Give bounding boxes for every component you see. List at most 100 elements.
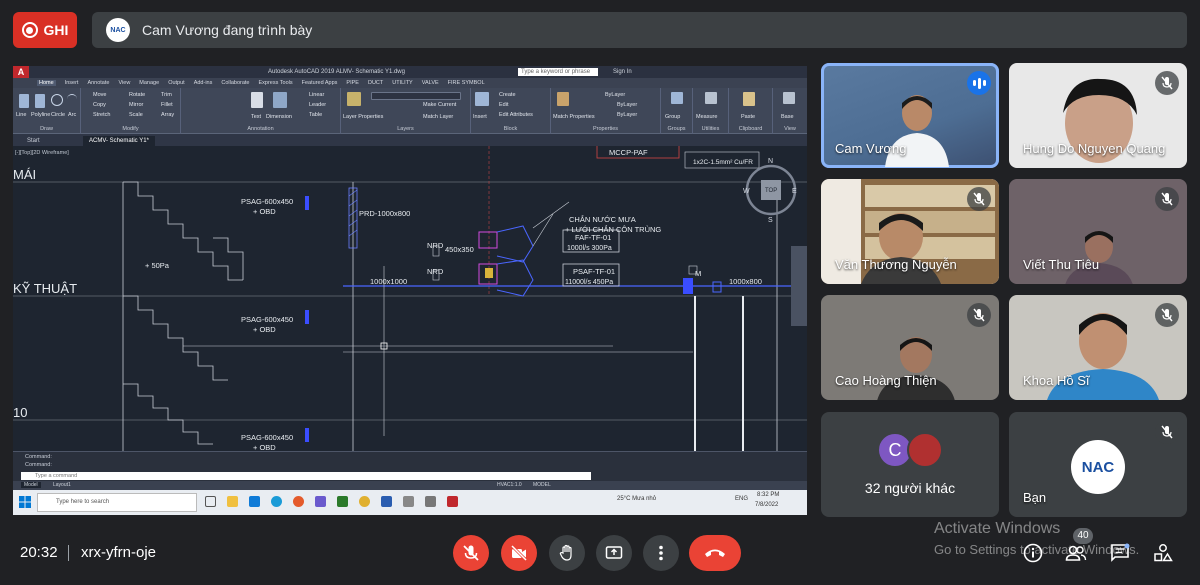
ribbon-item-edit-attributes[interactable]: Edit Attributes bbox=[499, 112, 533, 118]
ribbon-tab[interactable]: Home bbox=[37, 80, 56, 86]
participant-tile[interactable]: Hung Do Nguyen Quang bbox=[1009, 63, 1187, 168]
self-tile[interactable]: NAC Bạn bbox=[1009, 412, 1187, 517]
ribbon-item-measure[interactable]: Measure bbox=[696, 114, 717, 120]
autocad-search-input[interactable]: Type a keyword or phrase bbox=[518, 68, 598, 76]
edge-icon[interactable] bbox=[271, 496, 282, 507]
ribbon-tab[interactable]: UTILITY bbox=[392, 80, 412, 86]
mic-toggle-button[interactable] bbox=[453, 535, 489, 571]
app-icon[interactable] bbox=[425, 496, 436, 507]
ribbon-item-base[interactable]: Base bbox=[781, 114, 794, 120]
chat-button[interactable] bbox=[1108, 541, 1132, 565]
ribbon-item-move[interactable]: Move bbox=[93, 92, 106, 98]
more-options-button[interactable] bbox=[643, 535, 679, 571]
ribbon-item-circle[interactable]: Circle bbox=[51, 112, 65, 118]
record-button[interactable]: GHI bbox=[13, 12, 77, 48]
ribbon-tab[interactable]: PIPE bbox=[346, 80, 359, 86]
participant-tile[interactable]: Khoa Hồ Sĩ bbox=[1009, 295, 1187, 400]
tray-time[interactable]: 8:32 PM bbox=[757, 492, 779, 498]
ribbon-item-make-current[interactable]: Make Current bbox=[423, 102, 456, 108]
raise-hand-button[interactable] bbox=[549, 535, 585, 571]
ribbon-tab[interactable]: Featured Apps bbox=[302, 80, 338, 86]
status-model-toggle[interactable]: MODEL bbox=[533, 482, 551, 488]
participant-tile[interactable]: Viết Thu Tiêu bbox=[1009, 179, 1187, 284]
ribbon-item-trim[interactable]: Trim bbox=[161, 92, 172, 98]
ribbon-tab[interactable]: Annotate bbox=[87, 80, 109, 86]
linetype-dropdown[interactable]: ByLayer bbox=[617, 112, 637, 118]
ribbon-tab[interactable]: Manage bbox=[139, 80, 159, 86]
word-icon[interactable] bbox=[381, 496, 392, 507]
ribbon-item-arc[interactable]: Arc bbox=[68, 112, 76, 118]
app-icon[interactable] bbox=[403, 496, 414, 507]
participant-tile[interactable]: Cao Hoàng Thiện bbox=[821, 295, 999, 400]
color-dropdown[interactable]: ByLayer bbox=[605, 92, 625, 98]
ribbon-item-table[interactable]: Table bbox=[309, 112, 322, 118]
tray-language[interactable]: ENG bbox=[735, 496, 748, 502]
ribbon-item-scale[interactable]: Scale bbox=[129, 112, 143, 118]
ribbon-item-text[interactable]: Text bbox=[251, 114, 261, 120]
ribbon-tab[interactable]: FIRE SYMBOL bbox=[448, 80, 485, 86]
ribbon-item-mirror[interactable]: Mirror bbox=[129, 102, 143, 108]
ribbon-item-line[interactable]: Line bbox=[16, 112, 26, 118]
drawing-canvas[interactable]: MÁI KỸ THUẬT 10 PSAG-600x450 + OBD PSAG-… bbox=[13, 146, 807, 451]
presenting-banner[interactable]: NAC Cam Vương đang trình bày bbox=[92, 12, 1187, 48]
firefox-icon[interactable] bbox=[293, 496, 304, 507]
ribbon-item-array[interactable]: Array bbox=[161, 112, 174, 118]
app-icon[interactable] bbox=[315, 496, 326, 507]
ribbon-tab[interactable]: DUCT bbox=[368, 80, 383, 86]
ribbon-tab[interactable]: Express Tools bbox=[259, 80, 293, 86]
meeting-info-button[interactable] bbox=[1021, 541, 1045, 565]
present-screen-button[interactable] bbox=[596, 535, 632, 571]
ribbon-item-copy[interactable]: Copy bbox=[93, 102, 106, 108]
windows-start-icon[interactable] bbox=[19, 496, 31, 508]
ribbon-item-linear[interactable]: Linear bbox=[309, 92, 324, 98]
leave-call-button[interactable] bbox=[689, 535, 741, 571]
others-tile[interactable]: C 32 người khác bbox=[821, 412, 999, 517]
command-input[interactable]: Type a command bbox=[21, 472, 591, 480]
doc-tab-start[interactable]: Start bbox=[21, 136, 46, 146]
ribbon-item-edit[interactable]: Edit bbox=[499, 102, 508, 108]
ribbon-item-polyline[interactable]: Polyline bbox=[31, 112, 50, 118]
participant-tile[interactable]: Cam Vương bbox=[821, 63, 999, 168]
taskbar-search-input[interactable]: Type here to search bbox=[37, 493, 197, 512]
ribbon-item-fillet[interactable]: Fillet bbox=[161, 102, 173, 108]
ribbon-tab[interactable]: Output bbox=[168, 80, 185, 86]
tray-weather[interactable]: 25°C Mưa nhỏ bbox=[617, 496, 656, 502]
task-view-icon[interactable] bbox=[205, 496, 216, 507]
lineweight-dropdown[interactable]: ByLayer bbox=[617, 102, 637, 108]
status-scale[interactable]: HVAC1:1.0 bbox=[497, 482, 522, 488]
participant-tile[interactable]: Văn Thương Nguyễn bbox=[821, 179, 999, 284]
status-tab-model[interactable]: Model bbox=[21, 482, 41, 488]
file-explorer-icon[interactable] bbox=[227, 496, 238, 507]
autocad-taskbar-icon[interactable] bbox=[447, 496, 458, 507]
ribbon-item-group[interactable]: Group bbox=[665, 114, 680, 120]
viewport-label[interactable]: [-][Top][2D Wireframe] bbox=[15, 150, 69, 156]
status-tab-layout[interactable]: Layout1 bbox=[53, 482, 71, 488]
divider bbox=[68, 545, 69, 561]
ribbon-item-match-layer[interactable]: Match Layer bbox=[423, 114, 453, 120]
layer-dropdown[interactable] bbox=[371, 92, 461, 100]
ribbon-item-dimension[interactable]: Dimension bbox=[266, 114, 292, 120]
autocad-sign-in[interactable]: Sign In bbox=[613, 69, 632, 75]
camera-toggle-button[interactable] bbox=[501, 535, 537, 571]
people-button[interactable] bbox=[1064, 541, 1088, 565]
activities-button[interactable] bbox=[1151, 541, 1175, 565]
view-cube-top-label[interactable]: TOP bbox=[765, 188, 777, 194]
ribbon-item-layer-properties[interactable]: Layer Properties bbox=[343, 114, 383, 120]
ribbon-tab[interactable]: Insert bbox=[65, 80, 79, 86]
ribbon-item-rotate[interactable]: Rotate bbox=[129, 92, 145, 98]
chrome-icon[interactable] bbox=[359, 496, 370, 507]
ribbon-item-insert[interactable]: Insert bbox=[473, 114, 487, 120]
ribbon-tab[interactable]: Collaborate bbox=[221, 80, 249, 86]
tray-date[interactable]: 7/8/2022 bbox=[755, 502, 778, 508]
ribbon-item-stretch[interactable]: Stretch bbox=[93, 112, 110, 118]
ribbon-item-leader[interactable]: Leader bbox=[309, 102, 326, 108]
ribbon-tab[interactable]: Add-ins bbox=[194, 80, 213, 86]
excel-icon[interactable] bbox=[337, 496, 348, 507]
mail-icon[interactable] bbox=[249, 496, 260, 507]
ribbon-tab[interactable]: View bbox=[118, 80, 130, 86]
ribbon-item-create[interactable]: Create bbox=[499, 92, 516, 98]
ribbon-item-match-properties[interactable]: Match Properties bbox=[553, 114, 595, 120]
ribbon-item-paste[interactable]: Paste bbox=[741, 114, 755, 120]
doc-tab-schematic[interactable]: ACMV- Schematic Y1* bbox=[83, 136, 155, 146]
ribbon-tab[interactable]: VALVE bbox=[422, 80, 439, 86]
